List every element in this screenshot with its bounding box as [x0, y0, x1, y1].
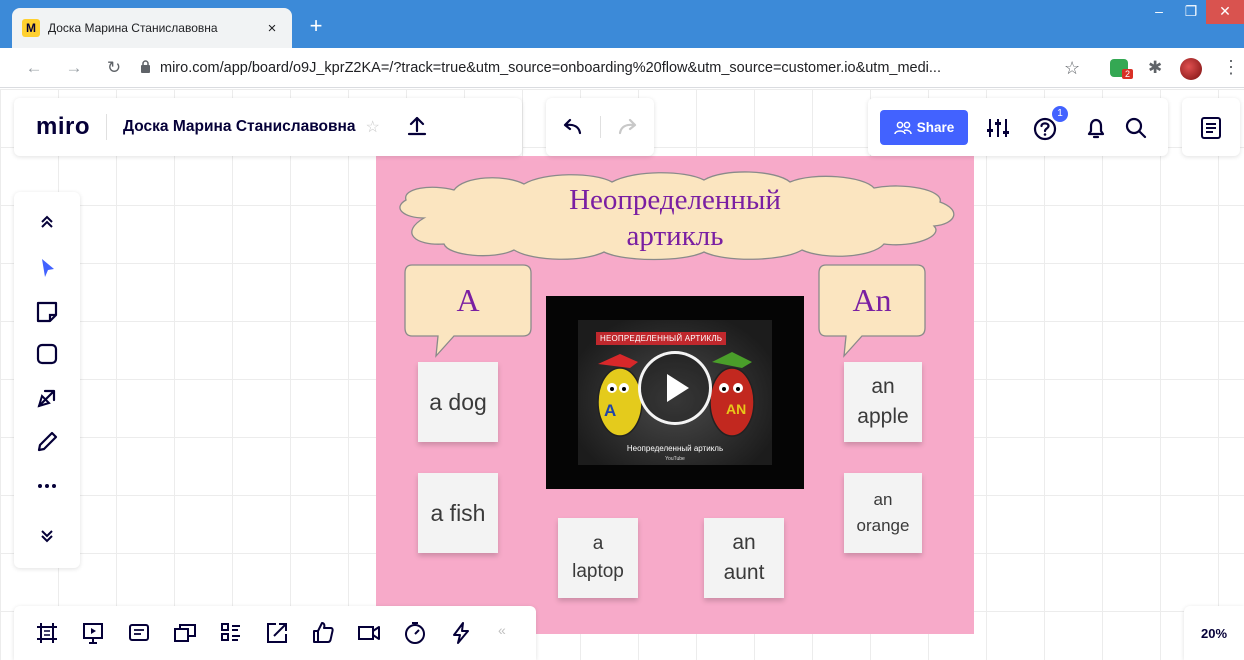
reload-icon[interactable]: ↻ — [100, 58, 128, 78]
collapse-up-icon[interactable] — [33, 208, 61, 236]
browser-tab[interactable]: M Доска Марина Станиславовна × — [12, 8, 292, 48]
browser-menu-icon[interactable]: ⋮ — [1222, 57, 1240, 78]
timer-icon[interactable] — [402, 620, 428, 646]
sticky-text-line2: laptop — [572, 561, 624, 582]
window-close-button[interactable]: ✕ — [1206, 0, 1244, 24]
undo-redo-panel — [546, 98, 654, 156]
back-arrow-icon[interactable]: ← — [20, 58, 48, 78]
favorite-star-icon[interactable]: ☆ — [366, 117, 380, 137]
extensions-puzzle-icon[interactable]: ✱ — [1148, 58, 1162, 78]
cloud-title-line1: Неопределенный — [569, 184, 781, 216]
address-bar: ← → ↻ miro.com/app/board/o9J_kprZ2KA=/?t… — [0, 48, 1244, 88]
window-maximize-button[interactable]: ❐ — [1176, 0, 1206, 24]
extension-badge: 2 — [1122, 69, 1134, 79]
cloud-title-line2: артикль — [626, 220, 724, 252]
sticky-text: a dog — [429, 388, 487, 415]
miro-right-toolbar: Share 1 — [868, 98, 1168, 156]
cloud-title: Неопределенный артикль — [500, 182, 850, 254]
video-banner: НЕОПРЕДЕЛЕННЫЙ АРТИКЛЬ — [596, 332, 727, 345]
thumbs-up-icon[interactable] — [310, 620, 336, 646]
video-caption: Неопределенный артикль — [626, 444, 724, 453]
zoom-level[interactable]: 20% — [1184, 606, 1244, 660]
kanban-icon[interactable] — [218, 620, 244, 646]
divider — [106, 114, 108, 140]
sticky-text-line2: orange — [856, 516, 910, 535]
lock-icon — [140, 60, 154, 76]
sticky-note[interactable]: a fish — [418, 473, 498, 553]
video-call-icon[interactable] — [356, 620, 382, 646]
left-toolbar — [14, 192, 80, 568]
sticky-text-line1: an — [871, 375, 895, 398]
sticky-note[interactable]: an orange — [844, 473, 922, 553]
sticky-note[interactable]: a laptop — [558, 518, 638, 598]
share-button[interactable]: Share — [880, 110, 968, 145]
bookmark-star-icon[interactable]: ☆ — [1064, 58, 1080, 79]
video-embed[interactable]: НЕОПРЕДЕЛЕННЫЙ АРТИКЛЬ A AN Неопределенн… — [546, 296, 804, 489]
divider — [600, 116, 601, 138]
bell-icon[interactable] — [1084, 116, 1108, 140]
bubble-left-text: A — [456, 282, 480, 318]
miro-header-toolbar: miro Доска Марина Станиславовна ☆ — [14, 98, 522, 156]
sticky-text: a fish — [430, 499, 486, 526]
cards-icon[interactable] — [172, 620, 198, 646]
url-text: miro.com/app/board/o9J_kprZ2KA=/?track=t… — [160, 60, 941, 76]
comments-icon[interactable] — [126, 620, 152, 646]
window-minimize-button[interactable]: – — [1144, 0, 1174, 24]
redo-icon[interactable] — [616, 116, 640, 138]
board-title[interactable]: Доска Марина Станиславовна — [123, 118, 356, 136]
screen-share-icon[interactable] — [264, 620, 290, 646]
profile-avatar[interactable] — [1180, 58, 1202, 80]
pen-icon[interactable] — [33, 428, 61, 456]
sticky-text-line1: a — [592, 533, 604, 554]
yellow-character-label: A — [604, 401, 616, 420]
play-button[interactable] — [638, 351, 712, 425]
play-icon — [667, 374, 689, 402]
forward-arrow-icon[interactable]: → — [60, 58, 88, 78]
tab-title: Доска Марина Станиславовна — [48, 21, 218, 35]
share-label: Share — [916, 120, 955, 135]
sticky-text-line2: apple — [857, 405, 909, 428]
undo-icon[interactable] — [560, 116, 584, 138]
sticky-text-line1: an — [873, 490, 893, 509]
bottom-toolbar: « — [14, 606, 536, 660]
sticky-note[interactable]: an aunt — [704, 518, 784, 598]
people-icon — [893, 121, 912, 134]
miro-logo[interactable]: miro — [36, 113, 90, 141]
new-tab-button[interactable]: + — [304, 14, 328, 38]
sticky-text-line1: an — [732, 531, 756, 554]
search-icon[interactable] — [1124, 116, 1148, 140]
help-notification-badge: 1 — [1052, 106, 1068, 122]
export-upload-icon[interactable] — [402, 112, 432, 142]
miro-favicon-icon: M — [22, 19, 40, 37]
connection-line-icon[interactable] — [33, 384, 61, 412]
sticky-note[interactable]: an apple — [844, 362, 922, 442]
collapse-bottom-toolbar-icon[interactable]: « — [498, 622, 506, 638]
sticky-note-icon[interactable] — [33, 298, 61, 326]
more-tools-icon[interactable] — [33, 472, 61, 500]
settings-sliders-icon[interactable] — [986, 117, 1010, 139]
red-character-label: AN — [726, 401, 746, 417]
lightning-apps-icon[interactable] — [448, 620, 474, 646]
tab-close-icon[interactable]: × — [262, 20, 282, 37]
collapse-down-icon[interactable] — [33, 522, 61, 550]
presentation-icon[interactable] — [80, 620, 106, 646]
bubble-right-text: An — [852, 282, 892, 318]
frames-icon[interactable] — [34, 620, 60, 646]
url-field[interactable]: miro.com/app/board/o9J_kprZ2KA=/?track=t… — [140, 54, 1060, 82]
zoom-value: 20% — [1200, 625, 1228, 641]
sticky-text-line2: aunt — [723, 561, 765, 584]
shape-icon[interactable] — [33, 340, 61, 368]
board-menu-button[interactable] — [1182, 98, 1240, 156]
sticky-note[interactable]: a dog — [418, 362, 498, 442]
select-cursor-icon[interactable] — [33, 254, 61, 282]
notes-list-icon — [1201, 117, 1221, 139]
video-source: YouTube — [665, 456, 685, 462]
browser-tab-bar: M Доска Марина Станиславовна × + – ❐ ✕ — [0, 0, 1244, 48]
